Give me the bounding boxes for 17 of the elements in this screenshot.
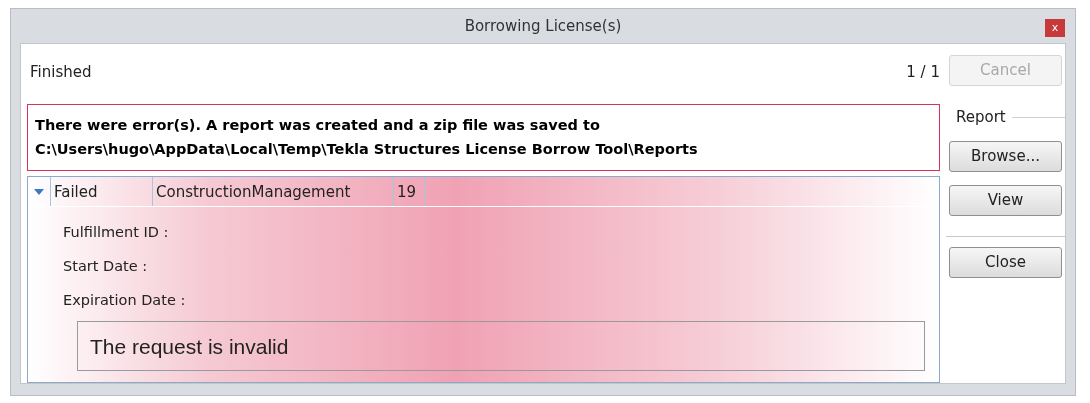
status-text: Finished <box>30 62 92 84</box>
message-box: The request is invalid <box>77 321 925 372</box>
browse-button[interactable]: Browse... <box>949 140 1062 172</box>
detail-label: Expiration Date : <box>63 291 187 311</box>
progress-count: 1 / 1 <box>906 62 940 84</box>
detail-label: Start Date : <box>63 257 149 277</box>
view-button[interactable]: View <box>949 184 1062 216</box>
triangle-icon <box>34 186 44 197</box>
table-cell: Failed <box>50 177 153 207</box>
table-cell: ConstructionManagement <box>153 177 394 207</box>
table-cell: 19 <box>394 177 426 207</box>
close-dialog-button[interactable]: Close <box>949 246 1062 278</box>
detail-label: Fulfillment ID : <box>63 223 170 243</box>
error-message: There were error(s). A report was created and a zip file was saved to C:\Users\hugo\AppData\Local\Temp\Tekla Structures License Borrow Tool\Reports <box>35 116 698 160</box>
window-close-button[interactable]: x <box>1045 19 1065 37</box>
window-title: Borrowing License(s) <box>464 15 622 37</box>
group-title: Report <box>956 107 1006 128</box>
